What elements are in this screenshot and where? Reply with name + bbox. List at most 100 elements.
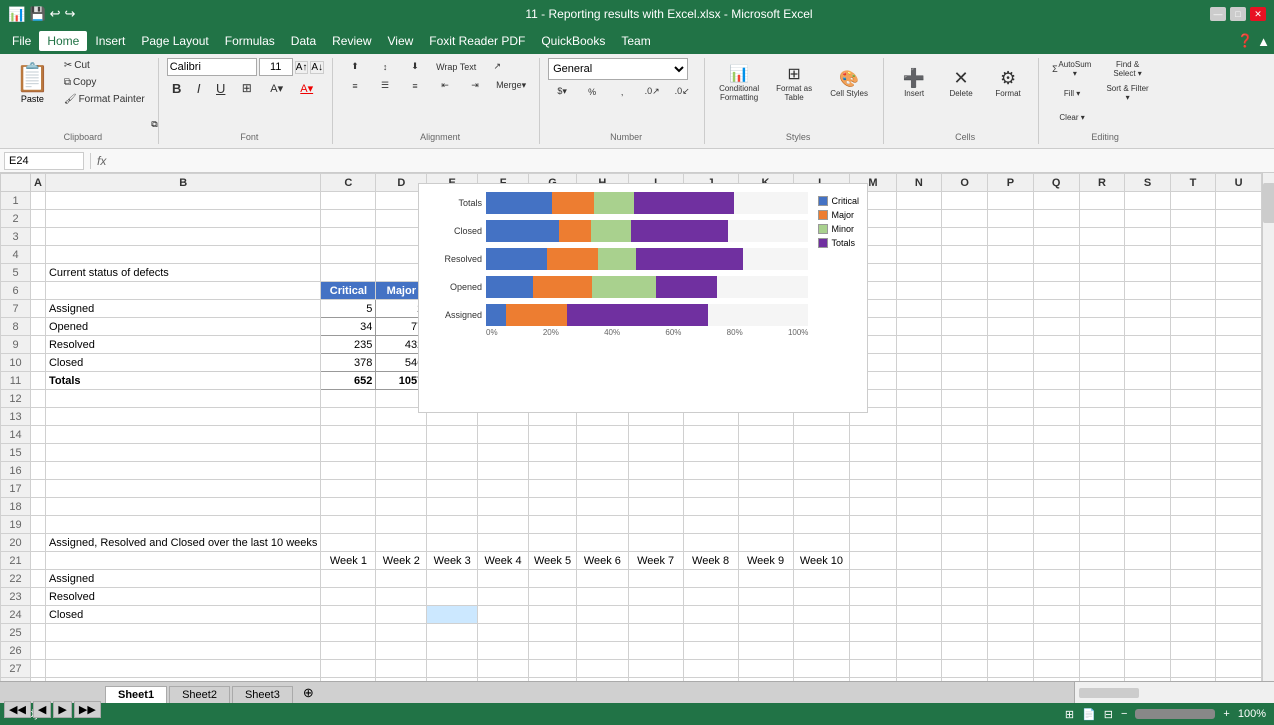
indent-increase-button[interactable]: ⇥ [461, 77, 489, 94]
cell[interactable]: 378 [321, 354, 376, 372]
cell[interactable] [1033, 408, 1079, 426]
cell[interactable] [1216, 192, 1262, 210]
cell[interactable] [528, 570, 576, 588]
cell[interactable] [793, 588, 850, 606]
cell[interactable] [1033, 390, 1079, 408]
cell[interactable] [1216, 498, 1262, 516]
next-sheet-button[interactable]: ▶▶ [74, 701, 101, 718]
cell[interactable] [1125, 408, 1171, 426]
maximize-button[interactable]: □ [1230, 7, 1246, 21]
col-n-header[interactable]: N [896, 174, 942, 192]
cell[interactable] [1170, 570, 1215, 588]
cell[interactable] [1079, 246, 1125, 264]
conditional-formatting-button[interactable]: 📊 Conditional Formatting [713, 58, 765, 108]
menu-foxit[interactable]: Foxit Reader PDF [421, 31, 533, 51]
cell[interactable] [942, 678, 988, 682]
cell[interactable] [1033, 192, 1079, 210]
cell[interactable] [1170, 606, 1215, 624]
cell[interactable] [942, 210, 988, 228]
cell[interactable] [577, 642, 629, 660]
cell[interactable] [31, 192, 46, 210]
cell[interactable] [942, 390, 988, 408]
row-number[interactable]: 15 [1, 444, 31, 462]
quick-save[interactable]: 💾 [29, 6, 45, 23]
cell[interactable] [528, 498, 576, 516]
row-number[interactable]: 3 [1, 228, 31, 246]
delete-button[interactable]: ✕ Delete [939, 58, 983, 108]
cell[interactable] [1216, 372, 1262, 390]
cell[interactable] [427, 444, 478, 462]
cell[interactable] [942, 516, 988, 534]
cell[interactable] [1079, 498, 1125, 516]
cell[interactable] [793, 444, 850, 462]
cell[interactable] [321, 426, 376, 444]
next-sheet-one-button[interactable]: ▶ [53, 701, 71, 718]
cell[interactable] [1079, 354, 1125, 372]
cell[interactable] [577, 444, 629, 462]
cell[interactable] [1170, 264, 1215, 282]
cell[interactable] [896, 318, 942, 336]
cell[interactable] [1079, 426, 1125, 444]
cell[interactable] [577, 678, 629, 682]
cell[interactable] [1170, 462, 1215, 480]
cell[interactable] [1125, 624, 1171, 642]
cell[interactable] [793, 480, 850, 498]
cell[interactable] [1033, 462, 1079, 480]
cell[interactable] [1170, 354, 1215, 372]
cell[interactable] [683, 588, 738, 606]
cell[interactable] [988, 354, 1034, 372]
cell[interactable] [1079, 228, 1125, 246]
cell[interactable] [528, 642, 576, 660]
cell[interactable] [1170, 372, 1215, 390]
cell[interactable] [1079, 462, 1125, 480]
cell[interactable] [683, 498, 738, 516]
cell[interactable] [942, 354, 988, 372]
cell[interactable] [427, 570, 478, 588]
cell[interactable] [31, 300, 46, 318]
cell[interactable] [942, 264, 988, 282]
cell[interactable] [988, 678, 1034, 682]
cell[interactable] [1216, 516, 1262, 534]
cell[interactable] [683, 660, 738, 678]
cell[interactable] [31, 282, 46, 300]
cell[interactable] [793, 534, 850, 552]
cell[interactable] [1216, 318, 1262, 336]
row-number[interactable]: 20 [1, 534, 31, 552]
cell[interactable] [1033, 534, 1079, 552]
cell[interactable] [896, 462, 942, 480]
cell[interactable] [1079, 444, 1125, 462]
prev-sheet-button[interactable]: ◀◀ [4, 701, 31, 718]
cell[interactable] [478, 426, 529, 444]
cell[interactable] [942, 588, 988, 606]
cell[interactable] [1125, 336, 1171, 354]
cell[interactable] [1033, 444, 1079, 462]
cell[interactable] [683, 426, 738, 444]
cell[interactable] [31, 642, 46, 660]
cell[interactable] [1216, 660, 1262, 678]
cell[interactable] [1216, 552, 1262, 570]
menu-formulas[interactable]: Formulas [217, 31, 283, 51]
cell[interactable] [1079, 552, 1125, 570]
cell[interactable] [1033, 660, 1079, 678]
cell[interactable] [1079, 570, 1125, 588]
cell[interactable] [376, 480, 427, 498]
cell[interactable] [321, 678, 376, 682]
menu-review[interactable]: Review [324, 31, 379, 51]
cell[interactable] [738, 534, 793, 552]
cell[interactable] [1079, 336, 1125, 354]
cell[interactable] [628, 462, 683, 480]
find-select-button[interactable]: Find & Select ▾ [1100, 58, 1155, 80]
cell[interactable] [896, 660, 942, 678]
cell[interactable] [376, 624, 427, 642]
cell[interactable]: Week 6 [577, 552, 629, 570]
cell[interactable] [942, 642, 988, 660]
cell[interactable] [942, 426, 988, 444]
cell[interactable]: Closed [45, 606, 320, 624]
cell[interactable] [1079, 372, 1125, 390]
cell[interactable] [850, 444, 896, 462]
cell[interactable] [628, 588, 683, 606]
cell[interactable] [942, 480, 988, 498]
cell[interactable] [45, 498, 320, 516]
cell[interactable] [942, 318, 988, 336]
cell[interactable] [988, 300, 1034, 318]
